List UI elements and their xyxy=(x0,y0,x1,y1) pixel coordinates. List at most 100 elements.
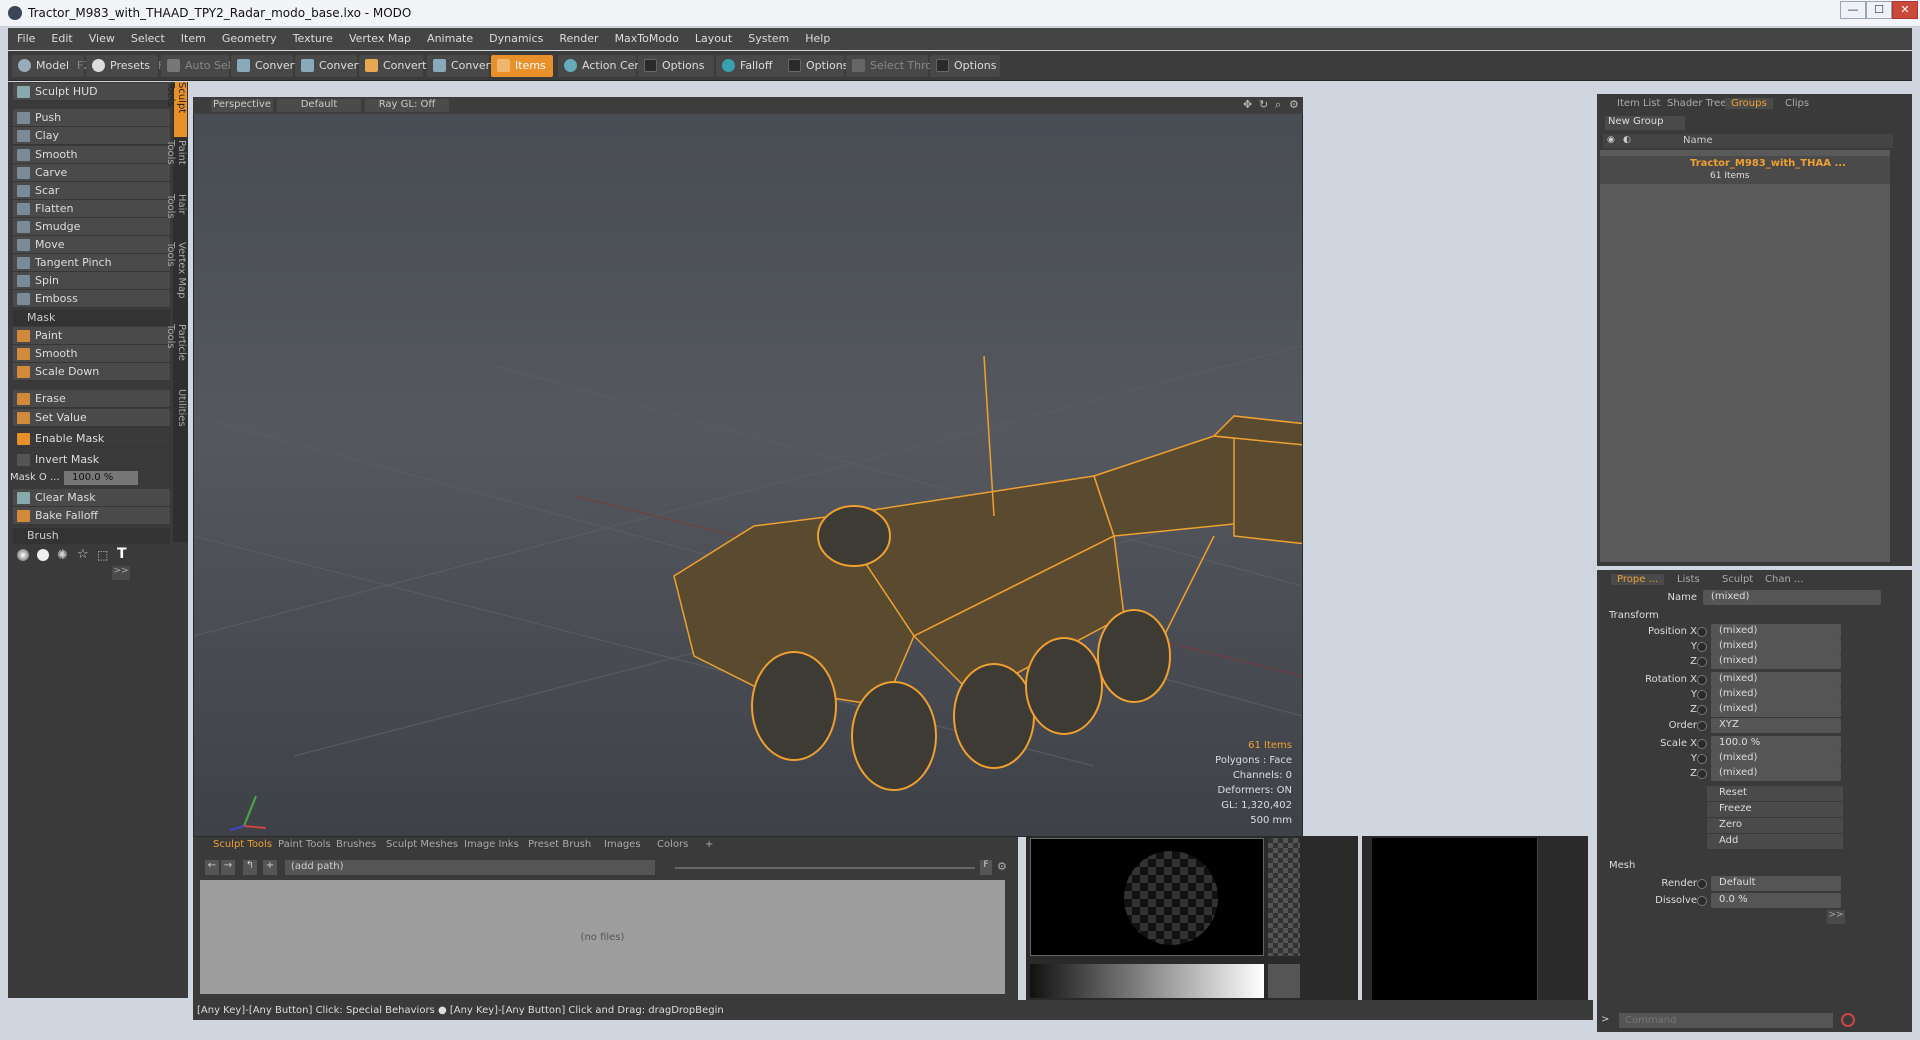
options-button-1[interactable]: Options xyxy=(638,55,714,77)
menu-item[interactable]: Item xyxy=(172,28,213,45)
tab-properties[interactable]: Prope ... xyxy=(1611,574,1665,585)
scale-x-field[interactable]: 100.0 % xyxy=(1711,736,1841,751)
key-icon[interactable] xyxy=(1697,896,1707,906)
key-icon[interactable] xyxy=(1697,705,1707,715)
convert-button-4[interactable]: Convert xyxy=(427,55,495,77)
menu-texture[interactable]: Texture xyxy=(284,28,340,45)
gear-icon[interactable]: ⚙ xyxy=(1289,98,1299,111)
filter-button[interactable]: F xyxy=(980,860,992,875)
menu-vertex-map[interactable]: Vertex Map xyxy=(340,28,418,45)
menu-layout[interactable]: Layout xyxy=(686,28,739,45)
scale-y-field[interactable]: (mixed) xyxy=(1711,751,1841,766)
tab-image-inks[interactable]: Image Inks xyxy=(464,839,519,850)
tab-shader-tree[interactable]: Shader Tree xyxy=(1667,98,1726,109)
tab-sculpt-meshes[interactable]: Sculpt Meshes xyxy=(386,839,458,850)
menu-render[interactable]: Render xyxy=(550,28,605,45)
zero-dropdown[interactable]: Zero xyxy=(1707,818,1843,833)
clear-mask-button[interactable]: Clear Mask xyxy=(13,489,170,507)
action-center-button[interactable]: Action Center xyxy=(558,55,657,77)
position-z-field[interactable]: (mixed) xyxy=(1711,654,1841,669)
menu-view[interactable]: View xyxy=(80,28,122,45)
options-button-2[interactable]: Options xyxy=(782,55,848,77)
file-list[interactable]: (no files) xyxy=(200,880,1005,994)
key-icon[interactable] xyxy=(1697,769,1707,779)
tab-item-list[interactable]: Item List xyxy=(1617,98,1660,109)
menu-edit[interactable]: Edit xyxy=(42,28,79,45)
tab-clips[interactable]: Clips xyxy=(1785,98,1809,109)
tool-spin[interactable]: Spin xyxy=(13,272,170,290)
tab-paint-tools[interactable]: Paint Tools xyxy=(165,140,187,190)
perspective-dropdown[interactable]: Perspective xyxy=(211,99,273,112)
brush-section-header[interactable]: Brush xyxy=(13,528,170,544)
tab-colors[interactable]: Colors xyxy=(657,839,688,850)
group-row[interactable]: Tractor_M983_with_THAA ... 61 Items xyxy=(1600,156,1890,184)
set-value-button[interactable]: Set Value xyxy=(13,409,170,427)
tab-hair-tools[interactable]: Hair Tools xyxy=(165,194,187,239)
expand-properties-button[interactable]: >> xyxy=(1827,910,1845,924)
items-mode-button[interactable]: Items xyxy=(491,55,553,77)
tool-move[interactable]: Move xyxy=(13,236,170,254)
tool-smooth[interactable]: Smooth xyxy=(13,146,170,164)
key-icon[interactable] xyxy=(1697,754,1707,764)
up-folder-icon[interactable]: ↰ xyxy=(243,860,257,875)
add-path-icon[interactable]: + xyxy=(263,860,277,875)
tab-sculpt-tools[interactable]: Sculpt Tools xyxy=(213,839,272,850)
menu-maxtomodo[interactable]: MaxToModo xyxy=(606,28,686,45)
erase-button[interactable]: Erase xyxy=(13,390,170,408)
tab-sculpt-tools[interactable]: Sculpt Tools xyxy=(165,82,187,137)
tool-carve[interactable]: Carve xyxy=(13,164,170,182)
tab-vertex-map-tools[interactable]: Vertex Map Tools xyxy=(165,242,187,320)
key-icon[interactable] xyxy=(1697,675,1707,685)
browser-gear-icon[interactable]: ⚙ xyxy=(997,860,1007,873)
tab-particle-tools[interactable]: Particle Tools xyxy=(165,324,187,386)
raygl-dropdown[interactable]: Ray GL: Off xyxy=(365,99,449,112)
key-icon[interactable] xyxy=(1697,657,1707,667)
reset-dropdown[interactable]: Reset xyxy=(1707,786,1843,801)
3d-viewport[interactable]: 61 Items Polygons : Face Channels: 0 Def… xyxy=(193,97,1303,837)
tab-preset-brush[interactable]: Preset Brush xyxy=(528,839,591,850)
name-column-header[interactable]: Name xyxy=(1683,135,1713,146)
forward-arrow-icon[interactable]: → xyxy=(221,860,235,875)
tool-push[interactable]: Push xyxy=(13,109,170,127)
menu-dynamics[interactable]: Dynamics xyxy=(480,28,550,45)
auto-select-button[interactable]: Auto Select xyxy=(161,55,248,77)
close-button[interactable]: ✕ xyxy=(1892,1,1918,19)
key-icon[interactable] xyxy=(1697,879,1707,889)
minimize-button[interactable]: — xyxy=(1840,1,1866,19)
menu-animate[interactable]: Animate xyxy=(418,28,480,45)
tab-lists[interactable]: Lists xyxy=(1677,574,1700,585)
visibility-eye-icon[interactable]: ◉ xyxy=(1607,135,1615,145)
zoom-icon[interactable]: ⌕ xyxy=(1275,98,1281,112)
freeze-dropdown[interactable]: Freeze xyxy=(1707,802,1843,817)
menu-select[interactable]: Select xyxy=(122,28,172,45)
menu-help[interactable]: Help xyxy=(796,28,837,45)
rotation-y-field[interactable]: (mixed) xyxy=(1711,687,1841,702)
tool-clay[interactable]: Clay xyxy=(13,127,170,145)
add-tab-button[interactable]: + xyxy=(705,839,713,850)
select-through-button[interactable]: Select Through xyxy=(846,55,953,77)
scale-z-field[interactable]: (mixed) xyxy=(1711,766,1841,781)
text-brush-icon[interactable]: T xyxy=(117,546,127,562)
custom-brush-icon[interactable]: ⬚ xyxy=(97,548,108,562)
key-icon[interactable] xyxy=(1697,721,1707,731)
tab-utilities[interactable]: Utilities xyxy=(174,389,187,429)
path-dropdown[interactable]: (add path) xyxy=(285,860,655,875)
tool-tangent-pinch[interactable]: Tangent Pinch xyxy=(13,254,170,272)
menu-system[interactable]: System xyxy=(739,28,796,45)
hard-brush-icon[interactable] xyxy=(37,549,49,561)
tool-scar[interactable]: Scar xyxy=(13,182,170,200)
record-icon[interactable] xyxy=(1841,1013,1855,1027)
key-icon[interactable] xyxy=(1697,690,1707,700)
maximize-button[interactable]: ☐ xyxy=(1866,1,1892,19)
expand-brush-button[interactable]: >> xyxy=(112,566,130,580)
options-button-3[interactable]: Options xyxy=(930,55,1000,77)
tool-smudge[interactable]: Smudge xyxy=(13,218,170,236)
dissolve-field[interactable]: 0.0 % xyxy=(1711,893,1841,908)
transform-section[interactable]: Transform xyxy=(1609,610,1659,621)
star-brush-icon[interactable]: ☆ xyxy=(77,547,89,562)
menu-file[interactable]: File xyxy=(8,28,42,45)
name-field[interactable]: (mixed) xyxy=(1703,590,1881,605)
render-dropdown[interactable]: Default xyxy=(1711,876,1841,891)
command-input[interactable] xyxy=(1619,1013,1833,1028)
pan-icon[interactable]: ✥ xyxy=(1243,98,1252,111)
